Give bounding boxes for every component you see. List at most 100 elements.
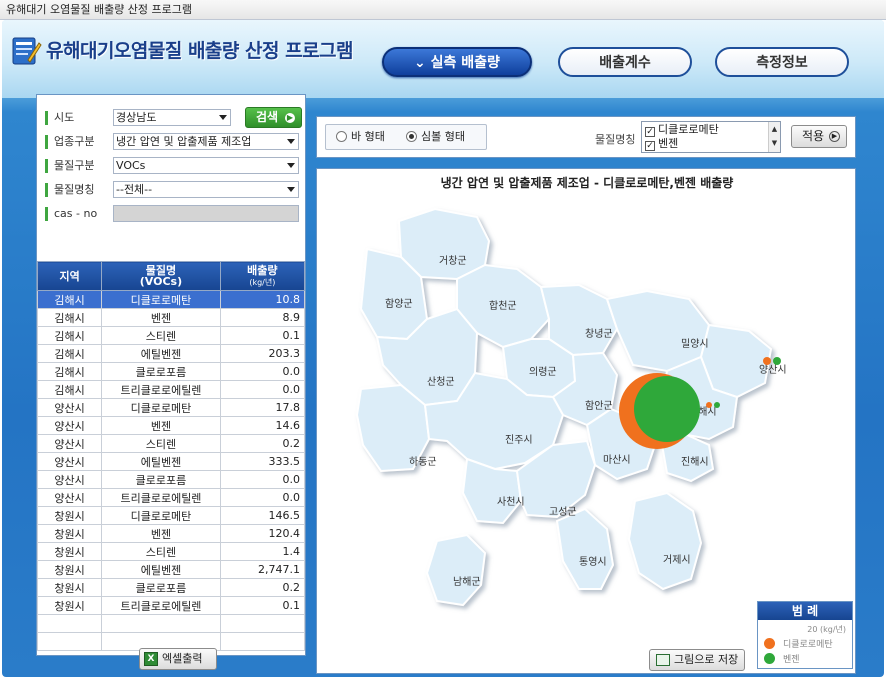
table-row[interactable]: 창원시 디클로로메탄 146.5 (36, 506, 306, 525)
cas-input[interactable] (113, 205, 299, 222)
industry-select[interactable]: 냉간 압연 및 압출제품 제조업 (113, 133, 299, 150)
table-row[interactable]: 김해시 디클로로메탄 10.8 (36, 290, 306, 309)
legend-item-dichloromethane: 디클로로메탄 (764, 638, 833, 650)
table-row[interactable]: 양산시 클로로포름 0.0 (36, 470, 306, 489)
col-emission[interactable]: 배출량 (kg/년) (219, 261, 306, 291)
table-row[interactable]: 양산시 에틸벤젠 333.5 (36, 452, 306, 471)
radio-selected-icon (406, 131, 417, 142)
cell-value: 146.5 (219, 506, 306, 525)
arrow-right-icon: ▶ (285, 113, 295, 123)
measurement-info-tab[interactable]: 측정정보 (715, 47, 849, 77)
cell-substance: 트리클로로에틸렌 (101, 596, 221, 615)
region-label: 합천군 (489, 300, 517, 312)
radio-bar[interactable]: 바 형태 (336, 131, 385, 143)
header-band: 유해대기오염물질 배출량 산정 프로그램 ⌄ 실측 배출량 배출계수 측정정보 (2, 20, 884, 98)
table-row[interactable]: 창원시 벤젠 120.4 (36, 524, 306, 543)
region-geoje[interactable] (627, 491, 703, 591)
substance-name-label: 물질명칭 (45, 183, 94, 197)
region-label: 사천시 (497, 496, 525, 508)
region-label: 통영시 (579, 556, 607, 568)
chevron-down-icon (287, 187, 295, 192)
region-sacheon[interactable] (461, 457, 523, 525)
col-region[interactable]: 지역 (36, 261, 103, 291)
cell-substance: 벤젠 (101, 416, 221, 435)
table-row[interactable]: 양산시 벤젠 14.6 (36, 416, 306, 435)
table-row[interactable]: 김해시 트리클로로에틸렌 0.0 (36, 380, 306, 399)
table-header: 지역 물질명 (VOCs) 배출량 (kg/년) (36, 261, 306, 291)
cell-substance: 스티렌 (101, 434, 221, 453)
check-item-benzene[interactable]: ✓ 벤젠 (645, 138, 678, 152)
search-button[interactable]: 검색 ▶ (245, 107, 302, 128)
cell-region: 김해시 (36, 290, 103, 309)
list-scrollbar[interactable]: ▲ ▼ (768, 122, 780, 152)
cell-substance: 에틸벤젠 (101, 344, 221, 363)
cell-value: 17.8 (219, 398, 306, 417)
gimhae-benzene-symbol (634, 376, 700, 442)
checkbox-checked-icon: ✓ (645, 127, 655, 137)
cell-region: 김해시 (36, 308, 103, 327)
cell-value: 10.8 (219, 290, 306, 309)
cell-region: 김해시 (36, 380, 103, 399)
table-row[interactable]: 김해시 벤젠 8.9 (36, 308, 306, 327)
table-row[interactable]: 김해시 스티렌 0.1 (36, 326, 306, 345)
table-row[interactable]: 김해시 클로로포름 0.0 (36, 362, 306, 381)
apply-button[interactable]: 적용 ▶ (791, 125, 847, 148)
measured-emission-tab[interactable]: ⌄ 실측 배출량 (382, 47, 532, 77)
emission-factor-tab[interactable]: 배출계수 (558, 47, 692, 77)
cell-value: 0.2 (219, 434, 306, 453)
cell-substance: 에틸벤젠 (101, 560, 221, 579)
substance-type-select[interactable]: VOCs (113, 157, 299, 174)
cas-row: cas - no (43, 205, 299, 223)
cell-region: 김해시 (36, 326, 103, 345)
yangsan-benzene-symbol (773, 357, 781, 365)
region-label: 진해시 (681, 455, 709, 468)
region-tongyeong[interactable] (555, 507, 615, 590)
table-row[interactable]: 창원시 스티렌 1.4 (36, 542, 306, 561)
search-panel: 시도 경상남도 검색 ▶ 업종구분 냉간 압연 및 압출제품 제조업 물질구분 V… (36, 94, 306, 670)
col-substance[interactable]: 물질명 (VOCs) (101, 261, 221, 291)
region-label: 마산시 (603, 454, 631, 466)
changwon-dichloromethane-symbol (706, 402, 712, 408)
table-row[interactable]: 창원시 에틸벤젠 2,747.1 (36, 560, 306, 579)
cell-value: 203.3 (219, 344, 306, 363)
checkbox-checked-icon: ✓ (645, 141, 655, 151)
industry-label: 업종구분 (45, 135, 94, 149)
substance-name-select[interactable]: --전체-- (113, 181, 299, 198)
cell-region: 창원시 (36, 524, 103, 543)
chevron-down-icon (219, 115, 227, 120)
table-row[interactable]: 창원시 클로로포름 0.2 (36, 578, 306, 597)
radio-symbol[interactable]: 심볼 형태 (406, 131, 465, 143)
cell-substance: 벤젠 (101, 524, 221, 543)
table-row[interactable]: 김해시 에틸벤젠 203.3 (36, 344, 306, 363)
sido-row: 시도 경상남도 검색 ▶ (43, 107, 302, 128)
substance-checklist: ✓ 디클로로메탄 ✓ 벤젠 ▲ ▼ (641, 121, 781, 153)
cell-value: 0.0 (219, 488, 306, 507)
region-label: 양산시 (759, 364, 787, 376)
cell-substance: 스티렌 (101, 326, 221, 345)
substance-name-row: 물질명칭 --전체-- (43, 181, 299, 199)
check-item-dichloromethane[interactable]: ✓ 디클로로메탄 (645, 124, 719, 138)
table-row[interactable]: 창원시 트리클로로에틸렌 0.1 (36, 596, 306, 615)
cell-value: 0.0 (219, 362, 306, 381)
cell-region: 양산시 (36, 452, 103, 471)
table-row[interactable]: 양산시 트리클로로에틸렌 0.0 (36, 488, 306, 507)
cell-region: 양산시 (36, 470, 103, 489)
cell-value: 0.0 (219, 380, 306, 399)
cell-substance: 클로로포름 (101, 470, 221, 489)
region-label: 거제시 (663, 554, 691, 566)
sido-select[interactable]: 경상남도 (113, 109, 231, 126)
cell-empty (101, 614, 221, 633)
cell-region: 양산시 (36, 398, 103, 417)
cell-region: 창원시 (36, 560, 103, 579)
table-row[interactable]: 양산시 디클로로메탄 17.8 (36, 398, 306, 417)
table-row[interactable]: 양산시 스티렌 0.2 (36, 434, 306, 453)
cell-value: 14.6 (219, 416, 306, 435)
cell-region: 김해시 (36, 362, 103, 381)
cell-substance: 벤젠 (101, 308, 221, 327)
app-title: 유해대기오염물질 배출량 산정 프로그램 (46, 40, 354, 62)
cell-empty (219, 632, 306, 651)
region-namhae[interactable] (425, 533, 487, 607)
cell-value: 120.4 (219, 524, 306, 543)
region-label: 하동군 (409, 455, 437, 468)
map-title: 냉간 압연 및 압출제품 제조업 - 디클로로메탄,벤젠 배출량 (440, 176, 734, 190)
